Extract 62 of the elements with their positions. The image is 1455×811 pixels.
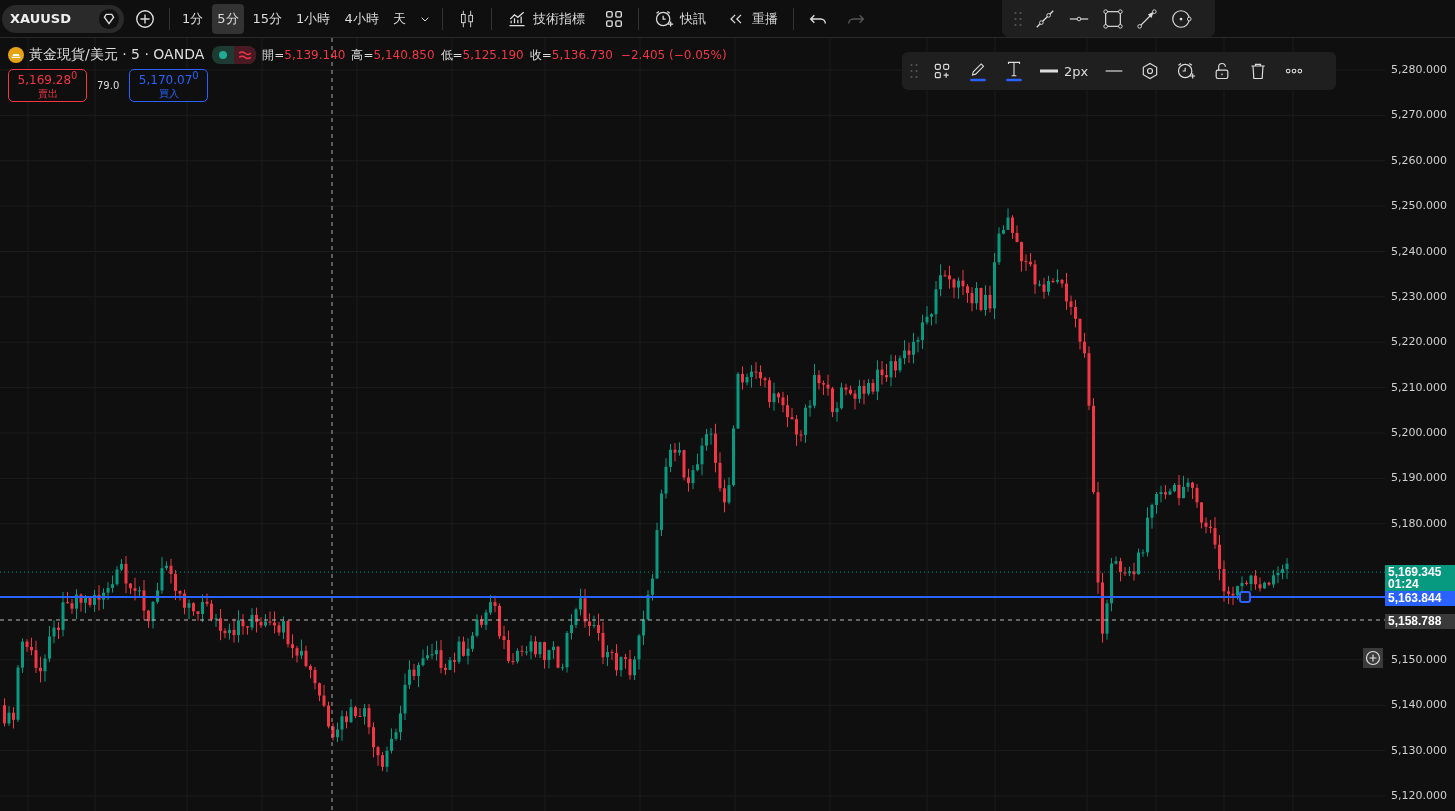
ohlc-label: 開= bbox=[262, 46, 285, 64]
price-label: 5,230.000 bbox=[1391, 289, 1447, 303]
price-label: 5,280.000 bbox=[1391, 63, 1447, 76]
text-color-icon[interactable] bbox=[1004, 60, 1024, 82]
symbol-text: XAUUSD bbox=[10, 11, 71, 26]
bar-countdown: 01:24 bbox=[1388, 578, 1419, 591]
line-width-button[interactable]: 2px bbox=[1032, 63, 1097, 79]
arrow-icon[interactable] bbox=[1136, 7, 1158, 30]
sell-button[interactable]: 5,169.28$^{0}$ 賣出 bbox=[8, 69, 87, 102]
price-label: 5,150.000 bbox=[1391, 652, 1447, 666]
price-change: −2.405 (−0.05%) bbox=[620, 48, 727, 62]
pencil-color-icon[interactable] bbox=[968, 60, 988, 82]
alerts-button[interactable]: 快訊 bbox=[645, 3, 714, 34]
ohlc-value: 5,125.190 bbox=[462, 48, 524, 62]
horizontal-line[interactable] bbox=[0, 596, 1385, 599]
coin-icon bbox=[8, 47, 24, 63]
price-label: 5,220.000 bbox=[1391, 335, 1447, 349]
line-handle[interactable] bbox=[1239, 591, 1251, 604]
alarm-clock-icon bbox=[653, 8, 674, 29]
price-label: 5,270.000 bbox=[1391, 108, 1447, 122]
price-axis[interactable]: 5,280.000 5,270.000 5,260.000 5,250.000 5,240.000 5,230.000 5,220.000 5,210.000 5,200.000 5,190.000 5,180.000 5,150.000 5,140.000 5,130.000 5,120.000 5,169.345 01:24 5,163.844 5,158.788 bbox=[1385, 38, 1455, 811]
status-dot-icon bbox=[219, 51, 228, 59]
ohlc-label: 高= bbox=[351, 46, 374, 64]
interval-button[interactable]: 天 bbox=[387, 3, 411, 34]
ohlc-label: 低= bbox=[440, 46, 463, 64]
circle-icon[interactable] bbox=[1170, 7, 1192, 30]
interval-button[interactable]: 15分 bbox=[247, 3, 288, 34]
price-label: 5,240.000 bbox=[1391, 244, 1447, 258]
add-alert-icon[interactable] bbox=[1176, 60, 1197, 82]
rectangle-icon[interactable] bbox=[1102, 7, 1124, 30]
line-price-badge: 5,163.844 bbox=[1385, 591, 1455, 607]
interval-button[interactable]: 1分 bbox=[177, 3, 209, 34]
add-symbol-icon[interactable] bbox=[134, 7, 156, 30]
replay-button[interactable]: 重播 bbox=[717, 3, 786, 34]
price-label: 5,250.000 bbox=[1391, 199, 1447, 213]
price-label: 5,200.000 bbox=[1391, 426, 1447, 439]
interval-button[interactable]: 1小時 bbox=[291, 3, 336, 34]
ohlc-value: 5,140.850 bbox=[373, 48, 435, 62]
price-label: 5,120.000 bbox=[1391, 789, 1447, 802]
ohlc-value: 5,136.730 bbox=[551, 48, 613, 62]
thick-line-icon bbox=[1040, 69, 1058, 73]
spread-value: 79.0 bbox=[97, 80, 120, 91]
buy-button[interactable]: 5,170.07$^{0}$ 買入 bbox=[129, 69, 209, 102]
ohlc-label: 收= bbox=[529, 46, 552, 64]
crosshair-price-badge: 5,158.788 bbox=[1385, 614, 1455, 629]
ohlc-value: 5,139.140 bbox=[284, 48, 346, 62]
drag-handle-icon[interactable] bbox=[1014, 10, 1022, 27]
interval-button[interactable]: 4小時 bbox=[339, 3, 384, 34]
last-price: 5,169.345 bbox=[1388, 566, 1443, 579]
symbol-search[interactable]: XAUUSD bbox=[2, 4, 124, 33]
symbol-title: 黃金現貨/美元 · 5 · OANDA bbox=[29, 46, 205, 64]
wave-icon bbox=[234, 46, 257, 64]
interval-button[interactable]: 5分 bbox=[212, 3, 244, 34]
price-label: 5,260.000 bbox=[1391, 153, 1447, 167]
price-label: 5,180.000 bbox=[1391, 516, 1447, 530]
price-label: 5,130.000 bbox=[1391, 743, 1447, 757]
price-label: 5,210.000 bbox=[1391, 380, 1447, 394]
drag-handle-icon[interactable] bbox=[910, 63, 918, 79]
indicators-button[interactable]: 技術指標 bbox=[498, 3, 593, 34]
price-label: 5,190.000 bbox=[1391, 471, 1447, 485]
add-plus-icon[interactable] bbox=[1363, 648, 1383, 668]
price-label: 5,140.000 bbox=[1391, 698, 1447, 712]
